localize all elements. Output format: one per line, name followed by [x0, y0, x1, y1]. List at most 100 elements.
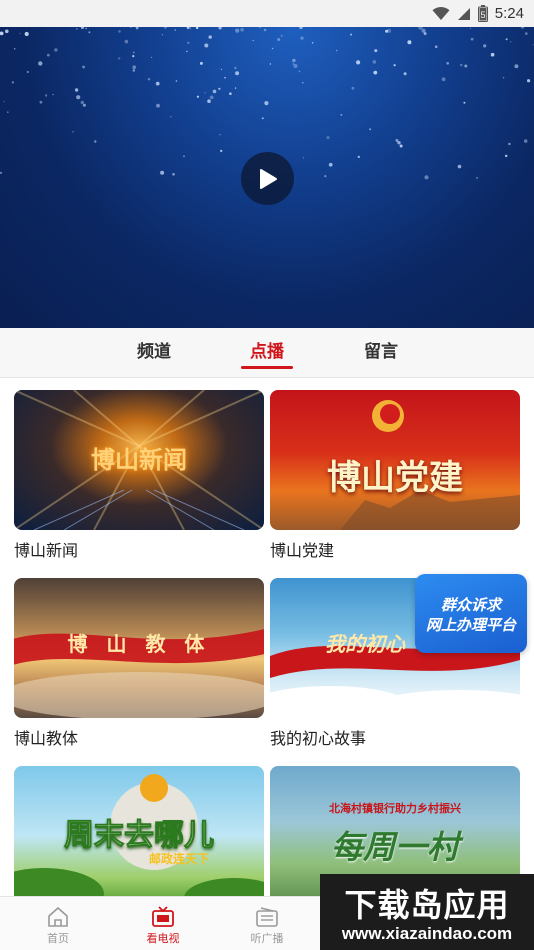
star-particle — [82, 103, 86, 107]
public-appeal-badge[interactable]: 群众诉求 网上办理平台 — [415, 574, 527, 653]
star-particle — [235, 71, 240, 76]
tab-bar: 频道 点播 留言 — [0, 328, 534, 378]
nav-home[interactable]: 首页 — [23, 897, 93, 950]
star-particle — [76, 95, 81, 100]
status-icons: 5 5:24 — [432, 0, 524, 27]
program-title: 我的初心故事 — [270, 729, 367, 748]
nav-label: 看电视 — [146, 932, 180, 945]
thumbnail-caption: 博 山 教 体 — [67, 632, 211, 656]
watermark: 下载岛应用 www.xiazaindao.com — [320, 874, 534, 950]
star-particle — [280, 34, 283, 37]
star-particle — [220, 149, 223, 153]
star-particle — [328, 162, 333, 167]
star-particle — [26, 71, 29, 73]
tab-messages[interactable]: 留言 — [355, 328, 407, 378]
star-particle — [424, 175, 429, 180]
play-icon — [259, 168, 277, 189]
nav-tv[interactable]: 看电视 — [128, 897, 198, 950]
star-particle — [82, 65, 85, 69]
star-particle — [39, 100, 43, 104]
star-particle — [132, 69, 135, 72]
star-particle — [399, 144, 403, 148]
star-particle — [369, 128, 371, 131]
watermark-url: www.xiazaindao.com — [341, 924, 513, 943]
badge-line-2: 网上办理平台 — [425, 616, 516, 634]
star-particle — [261, 117, 264, 120]
star-particle — [460, 63, 463, 67]
star-particle — [38, 61, 43, 66]
star-particle — [340, 113, 343, 116]
star-particle — [350, 33, 353, 36]
star-particle — [490, 52, 495, 57]
star-particle — [46, 53, 50, 57]
video-player[interactable] — [0, 27, 534, 328]
star-particle — [374, 49, 378, 53]
star-particle — [76, 28, 78, 30]
star-particle — [434, 45, 438, 48]
star-particle — [183, 155, 185, 158]
star-particle — [457, 164, 462, 169]
star-particle — [407, 40, 412, 45]
star-particle — [135, 27, 139, 30]
star-particle — [155, 81, 160, 86]
tab-on-demand[interactable]: 点播 — [241, 328, 293, 378]
badge-line-1: 群众诉求 — [440, 596, 501, 614]
play-button[interactable] — [241, 152, 294, 205]
star-particle — [326, 136, 330, 140]
tab-channels[interactable]: 频道 — [128, 328, 180, 378]
star-particle — [514, 64, 519, 69]
program-thumbnail: 周末去哪儿 邮政连天下 — [14, 766, 264, 906]
program-title: 博山党建 — [270, 541, 335, 560]
star-particle — [356, 60, 361, 65]
star-particle — [156, 103, 160, 108]
star-particle — [19, 32, 21, 35]
star-particle — [271, 47, 274, 50]
star-particle — [132, 65, 137, 70]
star-particle — [502, 77, 505, 79]
star-particle — [94, 140, 97, 143]
star-particle — [351, 86, 355, 90]
program-thumbnail: 博山新闻 — [14, 390, 264, 530]
star-particle — [174, 29, 176, 31]
star-particle — [132, 55, 135, 58]
star-particle — [7, 111, 9, 113]
thumbnail-caption: 博山新闻 — [91, 446, 187, 474]
home-icon — [48, 907, 68, 927]
star-particle — [11, 81, 14, 84]
status-bar: 5 5:24 — [0, 0, 534, 27]
star-particle — [208, 35, 212, 39]
star-particle — [397, 141, 401, 145]
star-particle — [476, 176, 479, 179]
star-particle — [118, 57, 121, 60]
star-particle — [302, 157, 305, 159]
signal-icon — [457, 7, 470, 20]
star-particle — [373, 70, 378, 75]
star-particle — [483, 44, 487, 48]
star-particle — [423, 32, 427, 36]
star-particle — [277, 38, 281, 41]
star-particle — [302, 81, 304, 84]
star-particle — [186, 50, 188, 53]
thumbnail-caption: 周末去哪儿 — [64, 818, 215, 854]
star-particle — [292, 58, 296, 63]
star-particle — [523, 139, 528, 143]
star-particle — [508, 142, 511, 146]
star-particle — [446, 62, 450, 65]
nav-radio[interactable]: 听广播 — [232, 897, 302, 950]
star-particle — [74, 88, 79, 92]
star-particle — [240, 27, 244, 32]
star-particle — [269, 63, 272, 65]
program-title: 博山新闻 — [14, 541, 79, 560]
battery-level: 5 — [480, 10, 485, 20]
star-particle — [118, 30, 121, 33]
star-particle — [469, 27, 472, 30]
star-particle — [3, 101, 5, 103]
star-particle — [263, 28, 267, 32]
star-particle — [218, 87, 221, 90]
star-particle — [14, 48, 16, 50]
star-particle — [44, 94, 48, 97]
star-particle — [395, 139, 399, 142]
star-particle — [324, 175, 327, 178]
star-particle — [510, 41, 512, 43]
star-particle — [24, 31, 29, 37]
